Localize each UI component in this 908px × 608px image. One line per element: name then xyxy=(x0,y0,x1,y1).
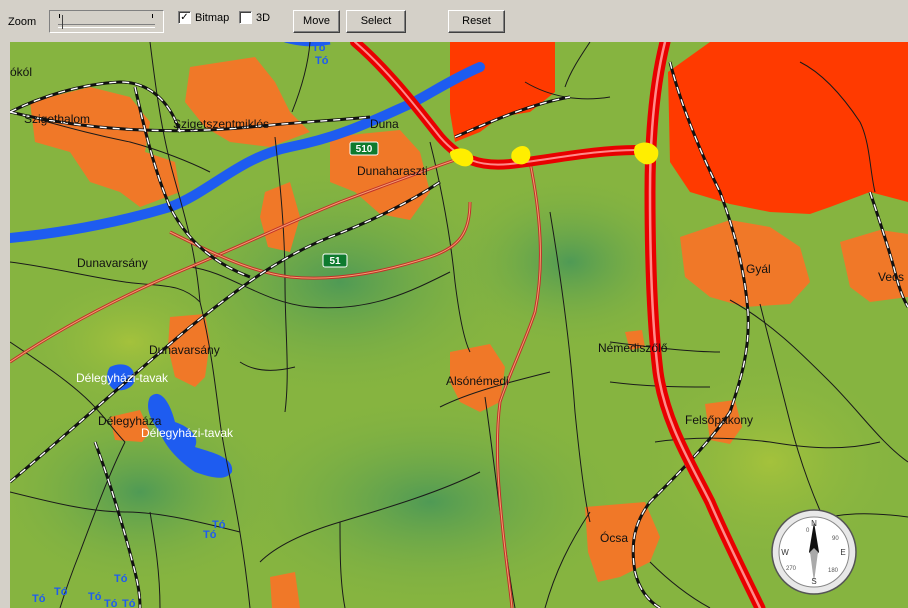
bitmap-checkbox-label: Bitmap xyxy=(195,11,230,24)
label-to-2: Tó xyxy=(315,55,329,67)
route-shield-510-label: 510 xyxy=(356,144,373,155)
compass-widget[interactable]: N E S W 0 90 180 270 xyxy=(771,509,857,595)
label-delegyhazi-tavak-1: Délegyházi-tavak xyxy=(76,371,169,385)
label-okol: ókól xyxy=(10,65,32,79)
label-to-6: Tó xyxy=(54,586,68,598)
move-button[interactable]: Move xyxy=(293,10,340,33)
reset-button[interactable]: Reset xyxy=(448,10,505,33)
label-felsopakony: Felsőpakony xyxy=(685,413,753,427)
label-szigetszentmiklos: Szigetszentmiklós xyxy=(173,117,269,131)
route-shield-51-label: 51 xyxy=(329,256,341,267)
threed-checkbox-label: 3D xyxy=(256,11,271,24)
label-to-8: Tó xyxy=(104,598,118,608)
label-dunavarsany-2: Dunavarsány xyxy=(149,343,220,357)
zoom-slider[interactable] xyxy=(49,10,164,33)
compass-n: N xyxy=(811,519,817,528)
select-button[interactable]: Select xyxy=(346,10,406,33)
label-to-1: Tó xyxy=(312,42,326,54)
route-shield-51: 51 xyxy=(322,253,348,268)
label-to-7: Tó xyxy=(88,591,102,603)
zoom-slider-tick-min xyxy=(59,14,60,18)
zoom-slider-thumb[interactable] xyxy=(62,15,70,29)
route-shield-510: 510 xyxy=(349,141,379,156)
bitmap-checkbox-box[interactable]: ✓ xyxy=(178,11,191,24)
threed-checkbox-box[interactable] xyxy=(239,11,252,24)
label-to-5: Tó xyxy=(114,573,128,585)
compass-s: S xyxy=(811,577,816,586)
map-canvas[interactable]: 510 51 ókól Szigethalom Szigetszentmikló… xyxy=(10,42,908,608)
toolbar: Zoom ✓ Bitmap 3D Move Select Reset xyxy=(0,0,908,42)
map-view[interactable]: 510 51 ókól Szigethalom Szigetszentmikló… xyxy=(10,42,908,608)
compass-w: W xyxy=(781,548,789,557)
urban-budapest-east xyxy=(668,42,908,214)
label-gyal: Gyál xyxy=(746,262,771,276)
label-delegyhazi-tavak-2: Délegyházi-tavak xyxy=(141,426,234,440)
compass-e: E xyxy=(840,548,845,557)
urban-southwest xyxy=(270,572,300,608)
zoom-slider-tick-max xyxy=(152,14,153,18)
label-vecses: Vecs xyxy=(878,270,904,284)
compass-tick-180: 180 xyxy=(828,568,839,574)
terrain-light xyxy=(630,352,908,572)
label-duna: Duna xyxy=(370,117,399,131)
zoom-slider-track xyxy=(58,24,155,28)
label-alsonemedi: Alsónémedi xyxy=(446,374,509,388)
compass-tick-90: 90 xyxy=(832,536,839,542)
terrain-shade xyxy=(440,172,700,352)
label-nemediszolo: Némediszőlő xyxy=(598,341,668,355)
label-dunavarsany: Dunavarsány xyxy=(77,256,148,270)
threed-checkbox[interactable]: 3D xyxy=(239,11,270,24)
zoom-label: Zoom xyxy=(8,16,37,28)
label-dunaharaszti: Dunaharaszti xyxy=(357,164,428,178)
label-to-10: Tó xyxy=(122,598,136,608)
label-ocsa: Ócsa xyxy=(600,530,628,545)
label-to-9: Tó xyxy=(32,593,46,605)
bitmap-checkbox[interactable]: ✓ Bitmap xyxy=(178,11,229,24)
compass-tick-270: 270 xyxy=(786,566,797,572)
label-szigethalom: Szigethalom xyxy=(24,112,90,126)
label-to-4: Tó xyxy=(203,529,217,541)
